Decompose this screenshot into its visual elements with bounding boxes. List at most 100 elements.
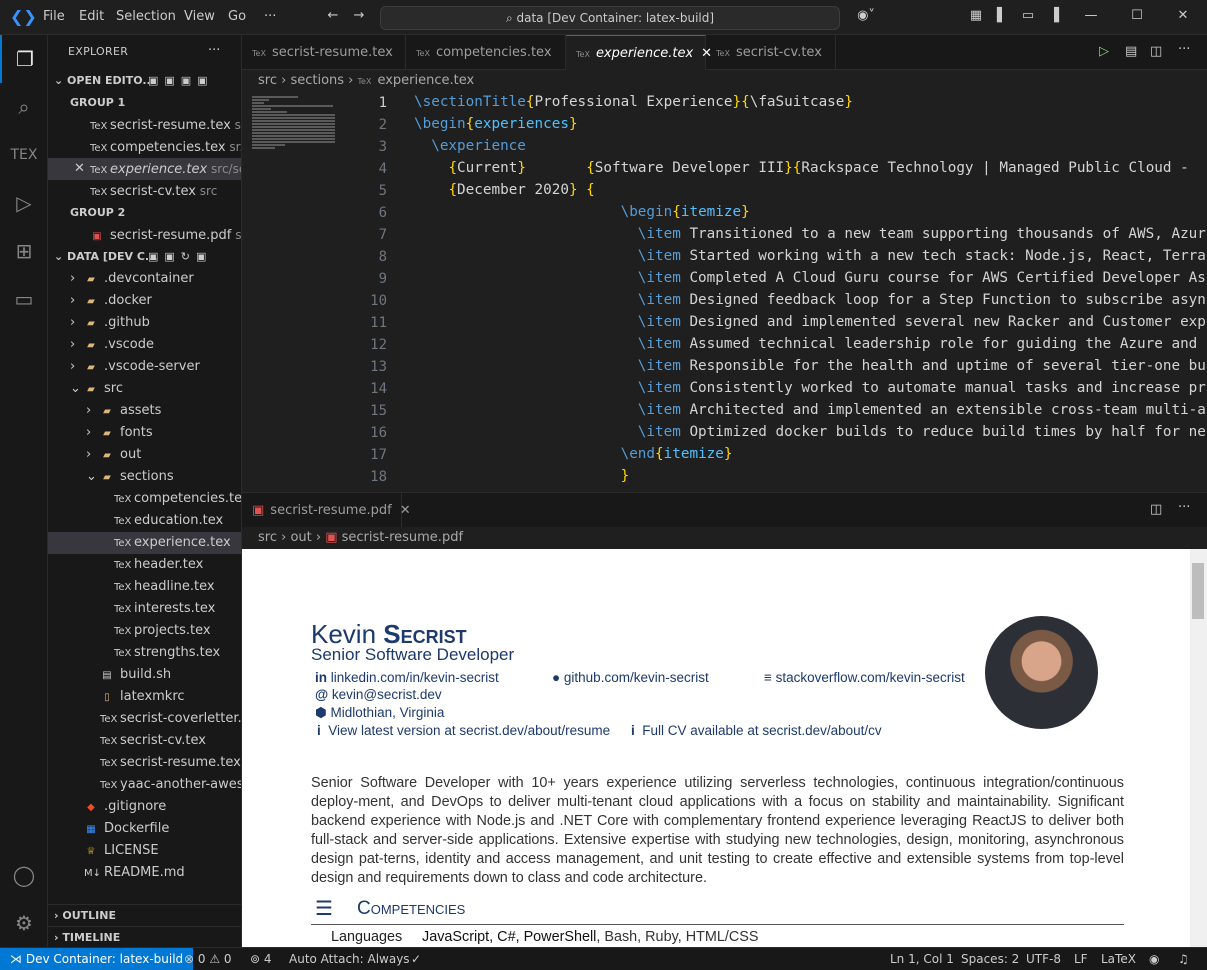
breadcrumb-file[interactable]: experience.tex (377, 73, 474, 88)
menu-go[interactable]: Go (228, 9, 246, 24)
breadcrumb-src[interactable]: src (258, 530, 277, 545)
split-editor-icon[interactable]: ◫ (1150, 44, 1162, 59)
breadcrumb-file[interactable]: secrist-resume.pdf (342, 530, 463, 545)
email-contact[interactable]: @ kevin@secrist.dev (315, 687, 442, 702)
tree-item[interactable]: ⌄ ▰ sections (48, 466, 241, 488)
tab-secrist-resume-pdf[interactable]: ▣ secrist-resume.pdf ✕ (242, 493, 411, 528)
code-line[interactable]: \item Designed feedback loop for a Step … (414, 292, 1206, 308)
remote-explorer-icon[interactable]: ▭ (0, 275, 48, 323)
tree-item[interactable]: TeX projects.tex (48, 620, 241, 642)
editor-more-icon[interactable]: ··· (1178, 500, 1190, 515)
open-editor-item[interactable]: TeXsecrist-resume.tex src (48, 114, 241, 136)
code-line[interactable]: \item Architected and implemented an ext… (414, 402, 1206, 418)
pdf-scrollbar-thumb[interactable] (1192, 563, 1204, 619)
problems-indicator[interactable]: ⊗ 0 ⚠ 0 (184, 948, 232, 970)
code-line[interactable]: \item Completed A Cloud Guru course for … (414, 270, 1206, 286)
open-editor-item[interactable]: TeXcompetencies.tex sr... (48, 136, 241, 158)
close-window-icon[interactable]: ✕ (1175, 8, 1191, 24)
toggle-panel-icon[interactable]: ▭ (1020, 8, 1036, 24)
breadcrumb-out[interactable]: out (290, 530, 311, 545)
notifications-bell-icon[interactable]: ♫ (1178, 948, 1189, 970)
code-line[interactable]: \item Optimized docker builds to reduce … (414, 424, 1206, 440)
tree-item[interactable]: TeX interests.tex (48, 598, 241, 620)
outline-header[interactable]: › OUTLINE (48, 904, 241, 926)
code-line[interactable]: \begin{itemize} (414, 204, 750, 220)
tree-item[interactable]: › ▰ assets (48, 400, 241, 422)
editor-more-icon[interactable]: ··· (1178, 42, 1190, 57)
pdf-viewer[interactable]: Kevin Secrist Senior Software Developer … (242, 549, 1190, 947)
toggle-secondary-sidebar-icon[interactable]: ▐ (1046, 8, 1062, 24)
folder-actions-icon[interactable]: ▣▣↻▣ (148, 246, 212, 268)
code-line[interactable]: \item Assumed technical leadership role … (414, 336, 1206, 352)
tree-item[interactable]: TeX strengths.tex (48, 642, 241, 664)
code-line[interactable]: {Current} {Software Developer III}{Racks… (414, 160, 1188, 176)
customize-layout-icon[interactable]: ▦ (968, 8, 984, 24)
tree-item[interactable]: ▯ latexmkrc (48, 686, 241, 708)
stackoverflow-link[interactable]: stackoverflow.com/kevin-secrist (776, 670, 965, 685)
tree-item[interactable]: › ▰ fonts (48, 422, 241, 444)
ports-indicator[interactable]: ⊚ 4 (250, 948, 272, 970)
breadcrumb-src[interactable]: src (258, 73, 277, 88)
tab-secrist-cv-tex[interactable]: TeX secrist-cv.tex (706, 35, 836, 70)
tree-item[interactable]: › ▰ .vscode (48, 334, 241, 356)
tree-item[interactable]: › ▰ .docker (48, 290, 241, 312)
language-mode[interactable]: LaTeX (1101, 948, 1136, 970)
code-editor[interactable]: 1 2 3 4 5 6 7 8 9 10 11 12 13 14 15 16 17 18 \sectionTitle… (242, 92, 1207, 492)
explorer-icon[interactable]: ❐ (0, 35, 48, 83)
tree-item[interactable]: › ▰ out (48, 444, 241, 466)
code-line[interactable]: \item Designed and implemented several n… (414, 314, 1206, 330)
command-center-search[interactable]: ⌕ data [Dev Container: latex-build] (380, 6, 840, 30)
search-view-icon[interactable]: ⌕ (0, 83, 48, 131)
close-tab-icon[interactable]: ✕ (400, 503, 411, 518)
tree-item[interactable]: › ▰ .devcontainer (48, 268, 241, 290)
tree-item[interactable]: ⌄ ▰ src (48, 378, 241, 400)
code-line[interactable]: \item Transitioned to a new team support… (414, 226, 1206, 242)
menu-selection[interactable]: Selection (116, 9, 176, 24)
more-actions-icon[interactable]: ··· (208, 43, 220, 58)
email-link[interactable]: kevin@secrist.dev (332, 687, 442, 702)
code-line[interactable]: \item Started working with a new tech st… (414, 248, 1206, 264)
code-line[interactable]: \end{itemize} (414, 446, 733, 462)
menu-edit[interactable]: Edit (79, 9, 104, 24)
split-editor-icon[interactable]: ◫ (1150, 502, 1162, 517)
menu-more[interactable]: ··· (264, 9, 276, 24)
menu-view[interactable]: View (184, 9, 215, 24)
maximize-icon[interactable]: ☐ (1129, 8, 1145, 24)
minimap[interactable] (242, 92, 342, 492)
open-preview-icon[interactable]: ▤ (1125, 44, 1137, 59)
github-contact[interactable]: ● github.com/kevin-secrist (552, 670, 709, 685)
tree-item[interactable]: ▦ Dockerfile (48, 818, 241, 840)
tree-item[interactable]: TeX secrist-cv.tex (48, 730, 241, 752)
toggle-sidebar-icon[interactable]: ▌ (994, 8, 1010, 24)
open-editors-header[interactable]: ⌄ OPEN EDITO... ▣▣▣▣ (48, 70, 241, 92)
eol-indicator[interactable]: LF (1074, 948, 1088, 970)
tree-item[interactable]: TeX experience.tex (48, 532, 241, 554)
breadcrumb-sections[interactable]: sections (290, 73, 344, 88)
tree-item[interactable]: ◆ .gitignore (48, 796, 241, 818)
open-editor-item[interactable]: ▣ secrist-resume.pdf s... (48, 224, 241, 246)
tree-item[interactable]: ♕ LICENSE (48, 840, 241, 862)
check-icon[interactable]: ✓ (411, 948, 421, 970)
timeline-header[interactable]: › TIMELINE (48, 926, 241, 947)
tree-item[interactable]: › ▰ .github (48, 312, 241, 334)
run-debug-icon[interactable]: ▷ (0, 179, 48, 227)
code-line[interactable]: \item Responsible for the health and upt… (414, 358, 1206, 374)
code-line[interactable]: \begin{experiences} (414, 116, 578, 132)
linkedin-link[interactable]: linkedin.com/in/kevin-secrist (331, 670, 499, 685)
code-line[interactable]: \sectionTitle{Professional Experience}{\… (414, 94, 853, 110)
open-editor-item[interactable]: ✕ TeXexperience.tex src/sec... (48, 158, 241, 180)
tree-item[interactable]: TeXyaac-another-aweso... (48, 774, 241, 796)
indentation-indicator[interactable]: Spaces: 2 (961, 948, 1019, 970)
folder-header[interactable]: ⌄ DATA [DEV C... ▣▣↻▣ (48, 246, 241, 268)
github-link[interactable]: github.com/kevin-secrist (564, 670, 709, 685)
settings-gear-icon[interactable]: ⚙ (0, 899, 48, 947)
back-arrow-icon[interactable]: ← (325, 8, 341, 24)
run-icon[interactable]: ▷ (1099, 44, 1109, 59)
open-editor-item[interactable]: TeX secrist-cv.tex src (48, 180, 241, 202)
linkedin-contact[interactable]: in linkedin.com/in/kevin-secrist (315, 670, 499, 685)
tree-item[interactable]: TeX secrist-resume.tex (48, 752, 241, 774)
tree-item[interactable]: › ▰ .vscode-server (48, 356, 241, 378)
menu-file[interactable]: File (43, 9, 65, 24)
open-editors-actions-icon[interactable]: ▣▣▣▣ (148, 70, 214, 92)
tree-item[interactable]: TeX headline.tex (48, 576, 241, 598)
